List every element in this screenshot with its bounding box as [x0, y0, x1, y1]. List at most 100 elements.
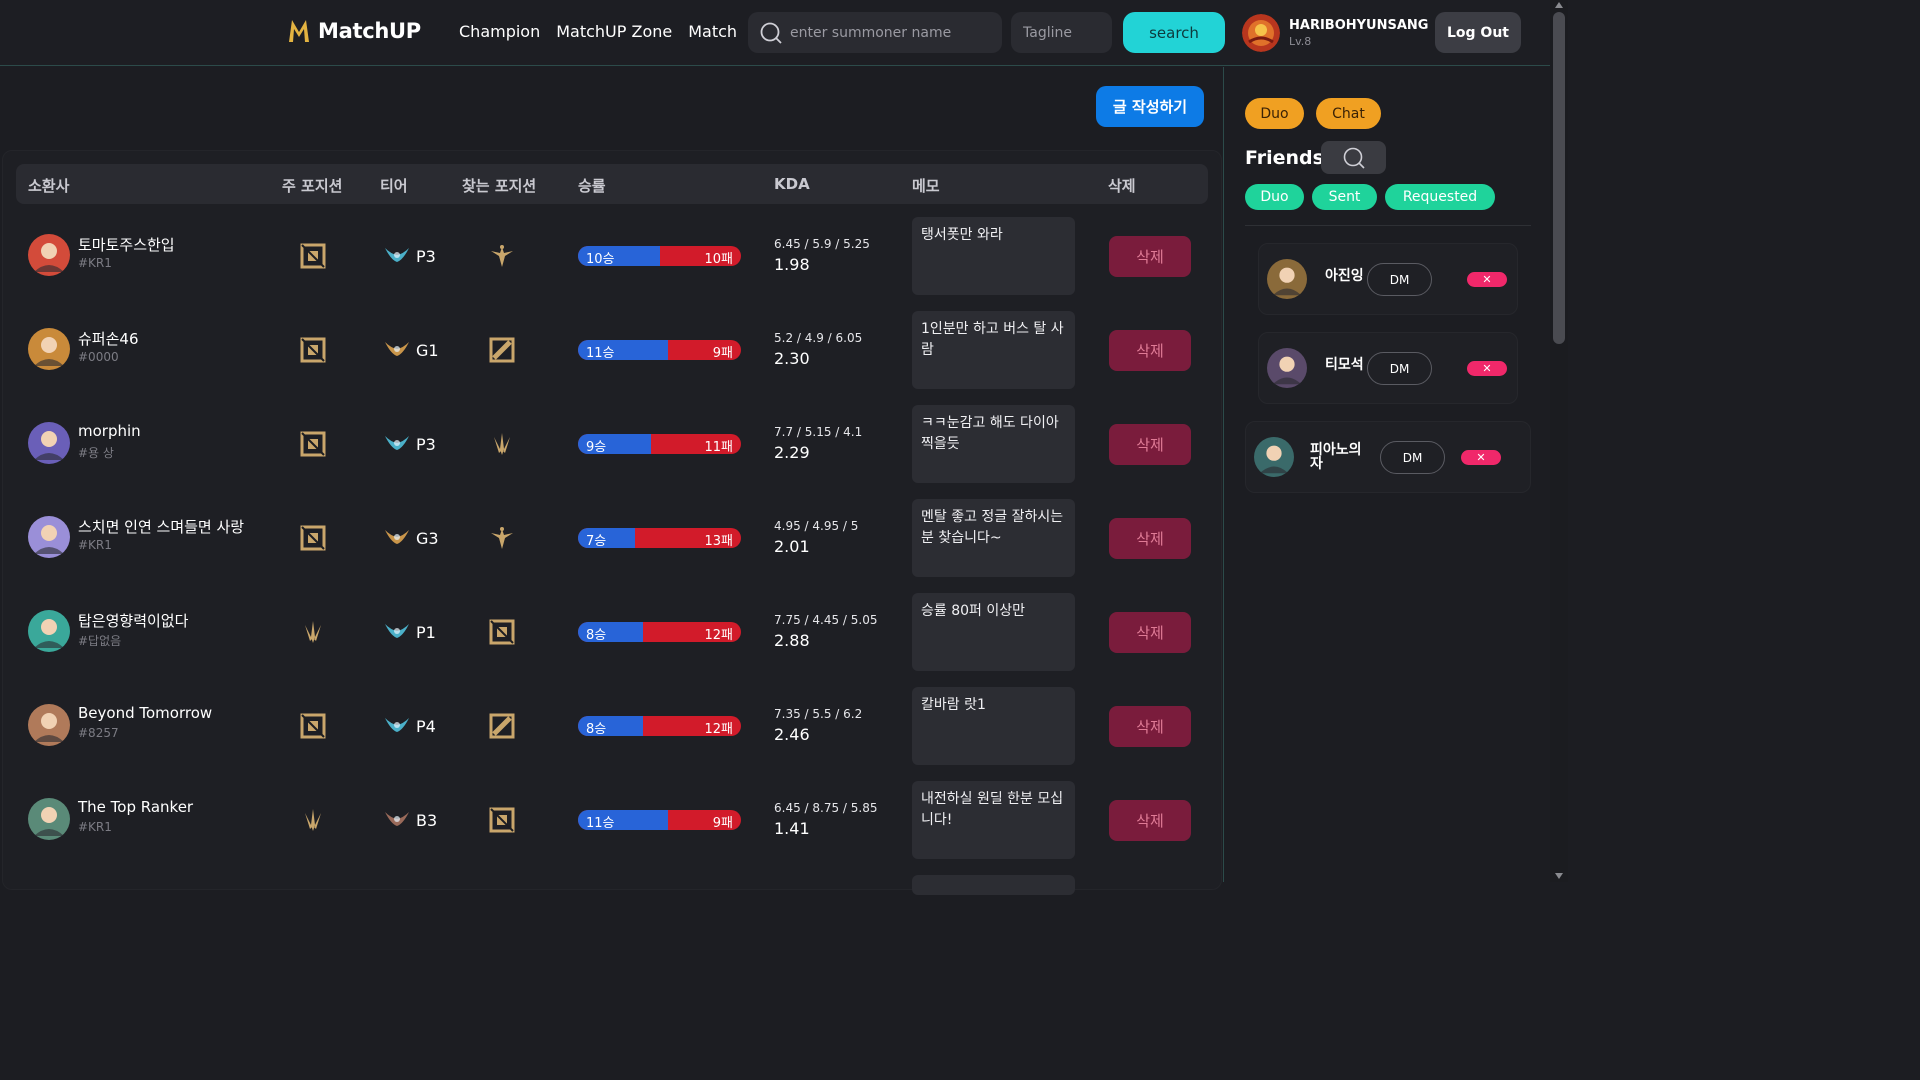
remove-friend-button[interactable]: ✕	[1461, 450, 1501, 465]
summoner-name[interactable]: morphin	[78, 422, 141, 440]
duo-board: 글 작성하기 소환사 주 포지션 티어 찾는 포지션 승률 KDA 메모 삭제 …	[0, 67, 1222, 895]
tier-text: P3	[416, 434, 436, 454]
summoner-search-box	[748, 12, 1002, 53]
nav-champion[interactable]: Champion	[459, 22, 540, 41]
remove-friend-button[interactable]: ✕	[1467, 272, 1507, 287]
delete-button[interactable]: 삭제	[1109, 236, 1191, 277]
loss-count: 13패	[704, 534, 733, 548]
win-count: 9승	[586, 440, 607, 454]
kda-breakdown: 6.45 / 5.9 / 5.25	[774, 237, 870, 251]
friend-item: 티모석 DM ✕	[1258, 332, 1518, 404]
summoner-avatar	[28, 516, 70, 558]
summoner-avatar	[28, 422, 70, 464]
loss-count: 12패	[704, 628, 733, 642]
win-count: 8승	[586, 628, 607, 642]
summoner-name[interactable]: 슈퍼손46	[78, 328, 139, 349]
tier-emblem-icon	[384, 432, 410, 456]
tagline-input[interactable]	[1011, 12, 1101, 53]
memo: 1인분만 하고 버스 탈 사람	[912, 311, 1075, 389]
loss-count: 9패	[712, 346, 733, 360]
filter-requested[interactable]: Requested	[1385, 184, 1495, 210]
summoner-avatar	[28, 704, 70, 746]
winrate-bar: 8승 12패	[578, 622, 741, 642]
friend-avatar	[1254, 437, 1294, 477]
col-tier: 티어	[380, 177, 408, 195]
write-post-button[interactable]: 글 작성하기	[1096, 86, 1204, 127]
dm-button[interactable]: DM	[1380, 441, 1445, 474]
page-scrollbar[interactable]	[1550, 0, 1568, 882]
tab-duo[interactable]: Duo	[1245, 98, 1304, 129]
tier-emblem-icon	[384, 338, 410, 362]
summoner-name[interactable]: 토마토주스한입	[78, 234, 175, 255]
remove-friend-button[interactable]: ✕	[1467, 361, 1507, 376]
win-count: 11승	[586, 816, 615, 830]
dm-button[interactable]: DM	[1367, 352, 1432, 385]
col-kda: KDA	[774, 175, 810, 193]
main-position-icon	[300, 713, 326, 739]
profile-name: HARIBOHYUNSANG	[1289, 18, 1429, 33]
summoner-tag: #0000	[78, 350, 119, 364]
table-row: The Top Ranker #KR1 B3 11승 9패 6.45 / 8.75 / 5…	[0, 768, 1222, 862]
wanted-position-icon	[489, 619, 515, 645]
summoner-name-input[interactable]	[790, 24, 990, 41]
summoner-name[interactable]: 탑은영향력이없다	[78, 610, 188, 631]
tab-chat[interactable]: Chat	[1316, 98, 1381, 129]
filter-sent[interactable]: Sent	[1312, 184, 1377, 210]
logo[interactable]: MatchUP	[288, 18, 421, 44]
scroll-up-arrow[interactable]	[1555, 2, 1563, 8]
table-row: 탑은영향력이없다 #답없음 P1 8승 12패 7.75 / 4.45 / 5.05 2.8…	[0, 580, 1222, 674]
top-navigation-bar: MatchUP Champion MatchUP Zone Match sear…	[0, 0, 1550, 66]
profile-level: Lv.8	[1289, 35, 1312, 48]
kda-breakdown: 7.75 / 4.45 / 5.05	[774, 613, 878, 627]
table-row: 토마토주스한입 #KR1 P3 10승 10패 6.45 / 5.9 / 5.25 1.98…	[0, 204, 1222, 298]
table-row: morphin #용 상 P3 9승 11패 7.7 / 5.15 / 4.1 2.29 ㅋㅋ…	[0, 392, 1222, 486]
filter-duo[interactable]: Duo	[1245, 184, 1304, 210]
kda-breakdown: 4.95 / 4.95 / 5	[774, 519, 859, 533]
summoner-avatar	[28, 798, 70, 840]
summoner-tag: #KR1	[78, 538, 112, 552]
summoner-avatar	[28, 234, 70, 276]
friend-avatar	[1267, 348, 1307, 388]
scroll-down-arrow[interactable]	[1555, 873, 1563, 879]
tier-emblem-icon	[384, 526, 410, 550]
logout-button[interactable]: Log Out	[1435, 12, 1521, 53]
kda-ratio: 2.30	[774, 349, 810, 368]
main-position-icon	[300, 337, 326, 363]
nav-matchup-zone[interactable]: MatchUP Zone	[556, 22, 672, 41]
summoner-tag: #용 상	[78, 446, 114, 460]
tier: P1	[384, 620, 436, 644]
delete-button[interactable]: 삭제	[1109, 330, 1191, 371]
delete-button[interactable]: 삭제	[1109, 800, 1191, 841]
user-profile[interactable]: HARIBOHYUNSANG Lv.8	[1242, 14, 1428, 52]
tier: P3	[384, 432, 436, 456]
summoner-name[interactable]: The Top Ranker	[78, 798, 193, 816]
delete-button[interactable]: 삭제	[1109, 518, 1191, 559]
col-memo: 메모	[912, 177, 940, 195]
main-position-icon	[300, 619, 326, 645]
scroll-thumb[interactable]	[1553, 12, 1565, 344]
col-main-position: 주 포지션	[282, 177, 343, 195]
delete-button[interactable]: 삭제	[1109, 706, 1191, 747]
search-button[interactable]: search	[1123, 12, 1225, 53]
tier-emblem-icon	[384, 620, 410, 644]
summoner-name[interactable]: Beyond Tomorrow	[78, 704, 212, 722]
winrate-bar: 7승 13패	[578, 528, 741, 548]
table-row: 스치면 인연 스며들면 사랑 #KR1 G3 7승 13패 4.95 / 4.95 / 5…	[0, 486, 1222, 580]
delete-button[interactable]: 삭제	[1109, 424, 1191, 465]
wanted-position-icon	[489, 525, 515, 551]
delete-button[interactable]: 삭제	[1109, 612, 1191, 653]
friend-avatar	[1267, 259, 1307, 299]
summoner-tag: #8257	[78, 726, 119, 740]
winrate-bar: 8승 12패	[578, 716, 741, 736]
win-count: 11승	[586, 346, 615, 360]
sidebar-divider	[1245, 225, 1531, 226]
wanted-position-icon	[489, 807, 515, 833]
tier-text: G3	[416, 528, 439, 548]
nav-match[interactable]: Match	[688, 22, 737, 41]
tagline-box	[1011, 12, 1112, 53]
memo: 탱서폿만 와라	[912, 217, 1075, 295]
dm-button[interactable]: DM	[1367, 263, 1432, 296]
wanted-position-icon	[489, 337, 515, 363]
friends-search-button[interactable]	[1321, 141, 1386, 174]
summoner-name[interactable]: 스치면 인연 스며들면 사랑	[78, 516, 244, 537]
